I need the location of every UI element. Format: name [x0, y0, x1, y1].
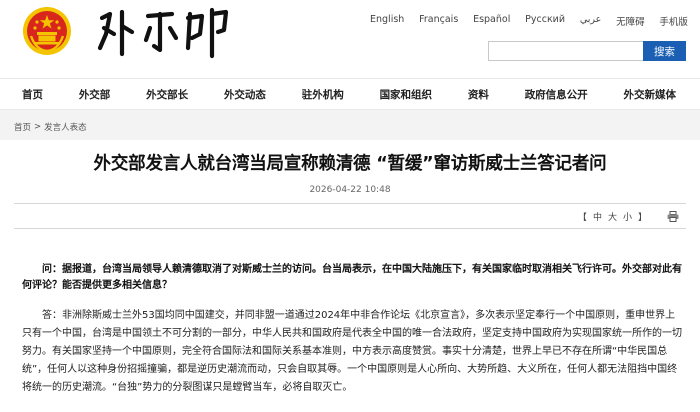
site-header: English Français Español Русский عربي 无障… — [0, 0, 700, 78]
accessibility-link[interactable]: 无障碍 — [616, 14, 645, 30]
nav-materials[interactable]: 资料 — [468, 87, 489, 102]
font-size-small[interactable]: 小 — [623, 210, 632, 223]
nav-home[interactable]: 首页 — [22, 87, 43, 102]
font-size-bracket-close: 】 — [637, 213, 647, 223]
breadcrumb-spokesperson[interactable]: 发言人表态 — [44, 121, 87, 133]
article-tools: 【 中 大 小 】 — [578, 210, 682, 223]
answer-paragraph: 答：非洲除斯威士兰外53国均同中国建交，并同非盟一道通过2024年中非合作论坛《… — [22, 310, 682, 393]
nav-diplomatic-news[interactable]: 外交动态 — [224, 87, 266, 102]
nav-ministry[interactable]: 外交部 — [79, 87, 111, 102]
search-input[interactable] — [488, 41, 643, 61]
search-button[interactable]: 搜索 — [643, 41, 686, 61]
printer-icon — [667, 211, 679, 222]
divider — [14, 203, 686, 204]
font-size-bracket-open: 【 — [577, 213, 587, 223]
lang-spanish-link[interactable]: Español — [473, 14, 510, 30]
article-title: 外交部发言人就台湾当局宣称赖清德 “暂缓”窜访斯威士兰答记者问 — [93, 154, 607, 174]
search-bar: 搜索 — [488, 41, 686, 61]
breadcrumb-band — [0, 110, 700, 140]
question-paragraph: 问：据报道，台湾当局领导人赖清德取消了对斯威士兰的访问。台当局表示，在中国大陆施… — [22, 264, 682, 291]
national-emblem-logo[interactable] — [22, 6, 72, 56]
lang-russian-link[interactable]: Русский — [525, 14, 565, 30]
lang-french-link[interactable]: Français — [419, 14, 458, 30]
nav-minister[interactable]: 外交部长 — [146, 87, 188, 102]
nav-new-media[interactable]: 外交新媒体 — [624, 87, 677, 102]
nav-countries-orgs[interactable]: 国家和组织 — [380, 87, 433, 102]
lang-arabic-link[interactable]: عربي — [580, 14, 601, 30]
article-date: 2026-04-22 10:48 — [309, 185, 391, 195]
nav-missions-abroad[interactable]: 驻外机构 — [302, 87, 344, 102]
mobile-version-link[interactable]: 手机版 — [659, 14, 688, 30]
lang-english-link[interactable]: English — [370, 14, 404, 30]
site-title-calligraphy[interactable] — [92, 4, 242, 62]
font-size-medium[interactable]: 中 — [593, 210, 602, 223]
breadcrumb: 首页 > 发言人表态 — [14, 121, 87, 133]
breadcrumb-home[interactable]: 首页 — [14, 121, 31, 133]
print-button[interactable] — [667, 211, 682, 222]
language-links: English Français Español Русский عربي 无障… — [370, 14, 688, 30]
nav-gov-info[interactable]: 政府信息公开 — [525, 87, 588, 102]
breadcrumb-separator: > — [34, 122, 42, 132]
divider — [14, 228, 686, 229]
main-nav: 首页 外交部 外交部长 外交动态 驻外机构 国家和组织 资料 政府信息公开 外交… — [0, 78, 700, 110]
font-size-large[interactable]: 大 — [608, 210, 617, 223]
